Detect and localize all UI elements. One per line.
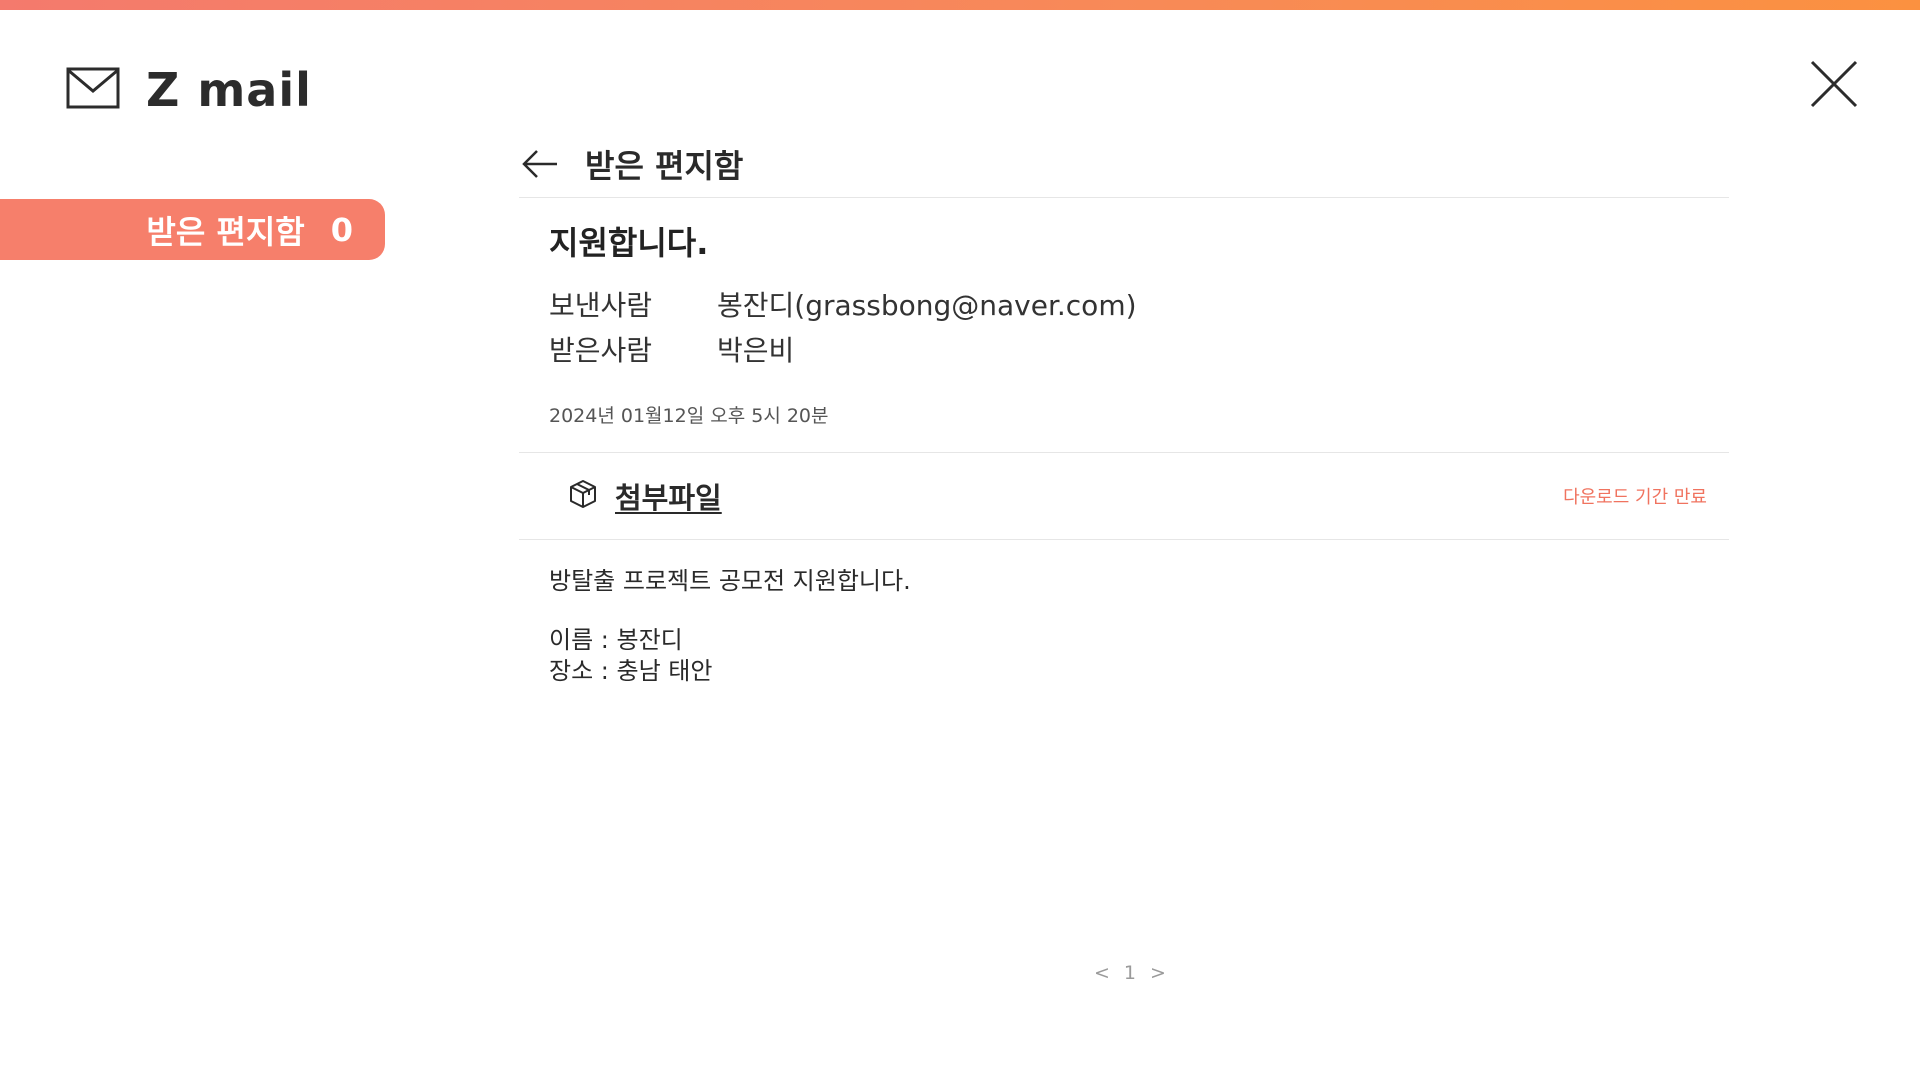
sender-label: 보낸사람 xyxy=(549,289,653,322)
sender-row: 보낸사람 봉잔디(grassbong@naver.com) xyxy=(549,284,1137,324)
body-line: 장소 : 충남 태안 xyxy=(549,657,713,685)
recipient-label: 받은사람 xyxy=(549,334,653,367)
close-icon[interactable] xyxy=(1806,60,1862,116)
mail-header: 받은 편지함 xyxy=(519,130,1729,198)
envelope-icon xyxy=(66,67,120,113)
mail-meta: 지원합니다. 보낸사람 봉잔디(grassbong@naver.com) 받은사… xyxy=(519,198,1729,453)
arrow-left-icon[interactable] xyxy=(519,149,561,186)
page-title: 받은 편지함 xyxy=(585,146,744,185)
app-title: Z mail xyxy=(146,63,312,117)
attachment-link[interactable]: 첨부파일 xyxy=(615,475,722,517)
page-number[interactable]: 1 xyxy=(1124,962,1136,984)
next-page-button[interactable]: > xyxy=(1150,962,1166,984)
sender-value: 봉잔디(grassbong@naver.com) xyxy=(717,289,1137,322)
mail-body: 방탈출 프로젝트 공모전 지원합니다. 이름 : 봉잔디 장소 : 충남 태안 xyxy=(519,540,1729,687)
box-icon xyxy=(567,478,599,514)
recipient-value: 박은비 xyxy=(717,334,795,367)
mail-view: 받은 편지함 지원합니다. 보낸사람 봉잔디(grassbong@naver.c… xyxy=(519,130,1729,687)
body-line: 이름 : 봉잔디 xyxy=(549,626,683,654)
sidebar-item-label: 받은 편지함 xyxy=(146,212,305,251)
recipient-row: 받은사람 박은비 xyxy=(549,329,794,369)
attachment-row: 첨부파일 다운로드 기간 만료 xyxy=(519,453,1729,540)
pagination: < 1 > xyxy=(1094,962,1166,984)
brand: Z mail xyxy=(66,62,312,118)
mail-date: 2024년 01월12일 오후 5시 20분 xyxy=(549,405,829,427)
download-expired-status: 다운로드 기간 만료 xyxy=(1563,487,1707,508)
body-line: 방탈출 프로젝트 공모전 지원합니다. xyxy=(549,567,911,595)
back-button[interactable] xyxy=(519,146,561,182)
close-button[interactable] xyxy=(1806,56,1862,112)
mail-subject: 지원합니다. xyxy=(549,224,709,262)
sidebar-item-inbox[interactable]: 받은 편지함 0 xyxy=(0,199,385,260)
sidebar-item-count: 0 xyxy=(330,210,353,249)
top-accent-bar xyxy=(0,0,1920,10)
prev-page-button[interactable]: < xyxy=(1094,962,1110,984)
